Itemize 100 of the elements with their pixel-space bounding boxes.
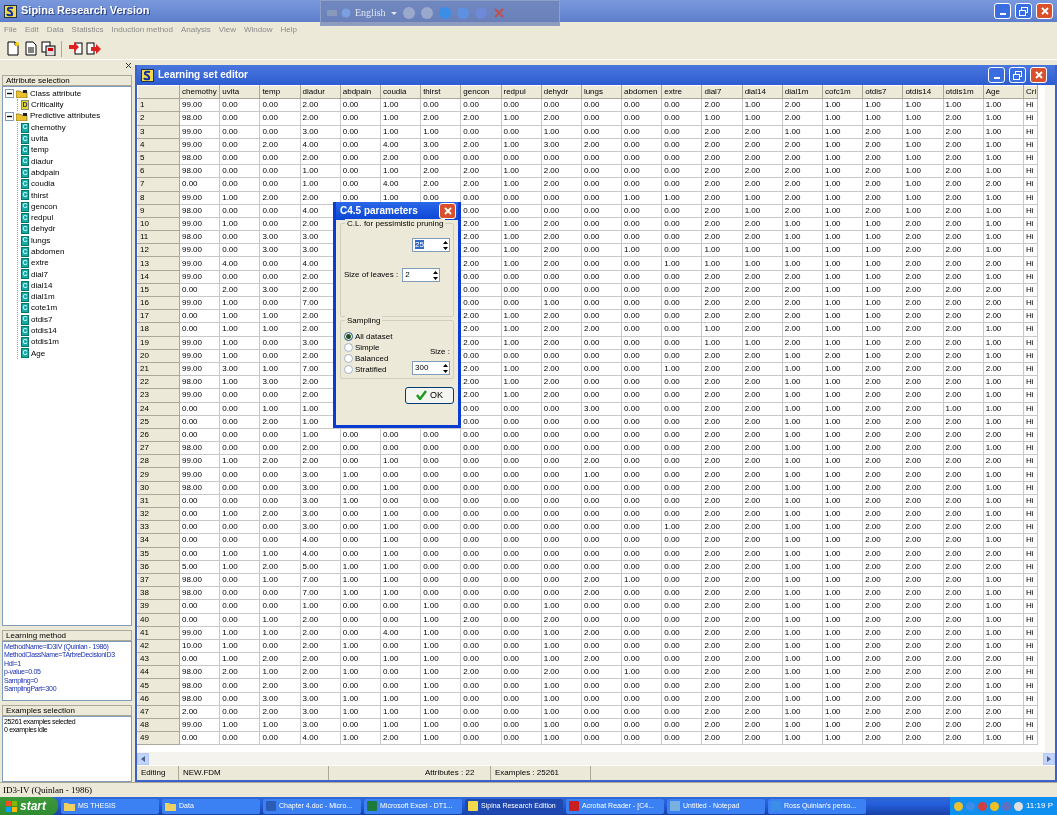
column-header[interactable]: dial1m: [782, 85, 823, 99]
tree-item[interactable]: Age: [31, 348, 46, 359]
column-header[interactable]: coudia: [380, 85, 421, 99]
spin-field[interactable]: 2: [402, 268, 441, 282]
column-header[interactable]: redpul: [501, 85, 542, 99]
column-header[interactable]: temp: [259, 85, 301, 99]
spinner-arrows-icon[interactable]: [432, 269, 440, 281]
maximize-button[interactable]: [1015, 3, 1032, 19]
table-cell: 2.00: [862, 138, 903, 152]
table-cell: 1.00: [742, 191, 783, 205]
column-header[interactable]: abdpain: [340, 85, 381, 99]
table-cell: 1.00: [862, 309, 903, 323]
maximize-button[interactable]: [1009, 67, 1026, 83]
table-cell: 2.00: [902, 481, 944, 495]
column-header[interactable]: cofc1m: [822, 85, 863, 99]
minimize-button[interactable]: [988, 67, 1005, 83]
tree-item[interactable]: dial14: [31, 280, 53, 291]
collapse-icon[interactable]: [5, 111, 14, 121]
close-pane-button[interactable]: [125, 62, 132, 71]
column-header[interactable]: dial7: [701, 85, 743, 99]
table-cell: 0.00: [460, 454, 501, 468]
minimize-button[interactable]: [994, 3, 1011, 19]
tree-item[interactable]: Predictive attributes: [30, 111, 101, 122]
column-header[interactable]: dial14: [742, 85, 783, 99]
column-header[interactable]: abdomen: [621, 85, 662, 99]
tree-item[interactable]: cote1m: [31, 303, 58, 314]
spinner-arrows-icon[interactable]: [442, 239, 449, 251]
radio-button[interactable]: [344, 354, 353, 363]
column-header[interactable]: chemothy: [179, 85, 220, 99]
close-button[interactable]: [1036, 3, 1053, 19]
folder-icon: [165, 801, 176, 811]
close-button[interactable]: [439, 203, 456, 219]
table-cell: 1.00: [983, 586, 1024, 600]
table-cell: 0.00: [219, 705, 260, 719]
tree-item[interactable]: abdpain: [31, 167, 60, 178]
table-cell: 2.00: [943, 652, 984, 666]
column-header[interactable]: otdis7: [862, 85, 903, 99]
ok-button[interactable]: OK: [405, 387, 454, 404]
radio-label[interactable]: All dataset: [355, 331, 393, 342]
tree-item[interactable]: otdis7: [31, 314, 53, 325]
open-button[interactable]: [22, 40, 38, 57]
import-button[interactable]: [67, 40, 83, 57]
table-cell: 0.00: [420, 547, 461, 561]
tree-item[interactable]: otdis14: [31, 326, 57, 336]
table-cell: 2.00: [782, 204, 823, 218]
spinner-arrows-icon[interactable]: [442, 362, 449, 374]
tree-item[interactable]: otdis1m: [31, 337, 59, 347]
radio-button[interactable]: [344, 365, 353, 374]
column-header[interactable]: uvita: [219, 85, 260, 99]
table-cell: 0.00: [581, 705, 622, 719]
tree-item[interactable]: uvita: [31, 134, 48, 144]
spin-field[interactable]: 300: [412, 361, 450, 375]
tree-item[interactable]: dial7: [31, 269, 48, 280]
tree-item[interactable]: Criticality: [31, 100, 64, 110]
tree-item[interactable]: redpul: [31, 213, 54, 223]
column-header[interactable]: gencon: [460, 85, 501, 99]
tree-item[interactable]: abdomen: [31, 247, 65, 257]
radio-label[interactable]: Simple: [355, 342, 380, 353]
column-header[interactable]: extre: [661, 85, 702, 99]
spin-field[interactable]: 25: [412, 238, 450, 252]
start-button[interactable]: start: [0, 797, 58, 815]
radio-button[interactable]: [344, 343, 353, 352]
tree-item[interactable]: temp: [31, 145, 49, 155]
radio-label[interactable]: Stratified: [355, 364, 387, 375]
table-cell: 1.00: [983, 692, 1024, 706]
column-header[interactable]: dehydr: [541, 85, 582, 99]
close-button[interactable]: [1030, 67, 1047, 83]
tree-item[interactable]: dehydr: [31, 224, 56, 234]
table-cell: 0.00: [501, 454, 542, 468]
radio-label[interactable]: Balanced: [355, 353, 389, 364]
table-cell: 0.00: [380, 494, 421, 508]
tree-item[interactable]: Class attribute: [30, 88, 82, 99]
tree-item[interactable]: lungs: [31, 235, 51, 246]
scroll-right-button[interactable]: [1043, 752, 1055, 765]
save-button[interactable]: [40, 40, 56, 57]
table-cell: 2.00: [943, 230, 984, 244]
column-header[interactable]: diadur: [300, 85, 341, 99]
table-cell: 1.00: [822, 520, 863, 534]
tree-item[interactable]: coudia: [31, 179, 55, 189]
tree-item[interactable]: dial1m: [31, 292, 55, 302]
tree-item[interactable]: extre: [31, 258, 49, 268]
column-header[interactable]: otdis14: [902, 85, 944, 99]
table-cell: 0.00: [621, 520, 662, 534]
tree-item[interactable]: diadur: [31, 156, 54, 167]
export-button[interactable]: [85, 40, 101, 57]
scroll-left-button[interactable]: [137, 752, 149, 765]
table-cell: 2.00: [943, 547, 984, 561]
column-header[interactable]: thirst: [420, 85, 461, 99]
table-cell: 1.00: [420, 125, 461, 139]
radio-button[interactable]: [344, 332, 353, 341]
column-header[interactable]: otdis1m: [943, 85, 984, 99]
tree-item[interactable]: thirst: [31, 190, 49, 201]
new-button[interactable]: [4, 40, 20, 57]
collapse-icon[interactable]: [5, 89, 14, 99]
tree-item[interactable]: chemothy: [31, 122, 66, 133]
column-header[interactable]: Age: [983, 85, 1024, 99]
tree-item[interactable]: gencon: [31, 201, 58, 212]
table-cell: 2.00: [902, 533, 944, 548]
column-header[interactable]: lungs: [581, 85, 622, 99]
caret-icon[interactable]: [389, 9, 398, 17]
